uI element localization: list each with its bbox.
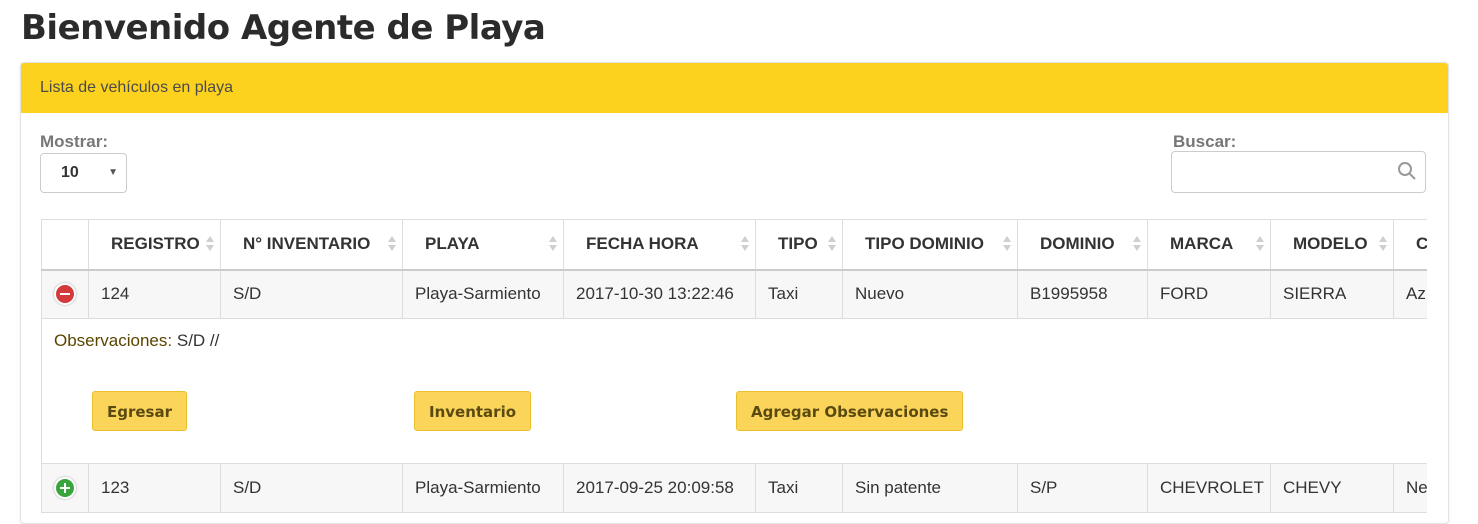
sort-icon [1133, 236, 1141, 254]
cell-color: Ne [1393, 463, 1427, 513]
cell-tipo: Taxi [755, 269, 843, 319]
observations-label: Observaciones: [54, 331, 173, 350]
cell-registro: 123 [88, 463, 221, 513]
sort-icon [1003, 236, 1011, 254]
collapse-row-icon[interactable] [54, 283, 76, 306]
cell-modelo: CHEVY [1270, 463, 1394, 513]
sort-icon [549, 236, 557, 254]
cell-playa: Playa-Sarmiento [402, 463, 564, 513]
expand-row-icon[interactable] [54, 477, 76, 499]
page-length-select[interactable]: 10 ▼ [40, 153, 127, 193]
header-playa[interactable]: PLAYA [402, 219, 564, 271]
header-dominio[interactable]: DOMINIO [1017, 219, 1148, 271]
header-color[interactable]: C [1393, 219, 1427, 271]
cell-fecha-hora: 2017-09-25 20:09:58 [563, 463, 756, 513]
vehicles-table: REGISTRO N° INVENTARIO PLAYA FECHA HORA … [41, 219, 1427, 513]
cell-inventario: S/D [220, 269, 403, 319]
cell-marca: CHEVROLET [1147, 463, 1271, 513]
sort-icon [206, 236, 214, 254]
egresar-button[interactable]: Egresar [92, 391, 188, 431]
vehicles-panel: Lista de vehículos en playa Mostrar: 10 … [20, 62, 1449, 524]
row-toggle-cell[interactable] [41, 463, 89, 513]
cell-marca: FORD [1147, 269, 1271, 319]
sort-icon [741, 236, 749, 254]
length-label: Mostrar: [40, 132, 109, 151]
search-label: Buscar: [1173, 132, 1237, 151]
cell-tipo-dominio: Sin patente [842, 463, 1018, 513]
cell-fecha-hora: 2017-10-30 13:22:46 [563, 269, 756, 319]
row-toggle-cell[interactable] [41, 269, 89, 319]
row-details-cell: Observaciones: S/D // Egresar Inventario… [41, 318, 1427, 464]
page-length-value: 10 [61, 164, 79, 181]
cell-dominio: S/P [1017, 463, 1148, 513]
cell-inventario: S/D [220, 463, 403, 513]
search-icon [1398, 162, 1416, 180]
header-registro[interactable]: REGISTRO [88, 219, 221, 271]
cell-tipo: Taxi [755, 463, 843, 513]
cell-registro: 124 [88, 269, 221, 319]
cell-color: Az [1393, 269, 1427, 319]
caret-down-icon: ▼ [108, 167, 118, 178]
agregar-observaciones-button[interactable]: Agregar Observaciones [736, 391, 964, 431]
table-row: 123 S/D Playa-Sarmiento 2017-09-25 20:09… [41, 463, 1427, 513]
header-tipo-dominio[interactable]: TIPO DOMINIO [842, 219, 1018, 271]
observations-value: S/D // [176, 331, 220, 350]
observations: Observaciones: S/D // [54, 331, 1427, 351]
page-title: Bienvenido Agente de Playa [21, 8, 546, 48]
search-input[interactable] [1171, 151, 1426, 193]
sort-icon [1379, 236, 1387, 254]
header-fecha-hora[interactable]: FECHA HORA [563, 219, 756, 271]
cell-tipo-dominio: Nuevo [842, 269, 1018, 319]
header-tipo[interactable]: TIPO [755, 219, 843, 271]
header-control [41, 219, 89, 271]
table-header-row: REGISTRO N° INVENTARIO PLAYA FECHA HORA … [41, 219, 1427, 271]
sort-icon [828, 236, 836, 254]
vehicles-table-wrapper: REGISTRO N° INVENTARIO PLAYA FECHA HORA … [41, 219, 1427, 523]
table-row: 124 S/D Playa-Sarmiento 2017-10-30 13:22… [41, 269, 1427, 319]
sort-icon [1256, 236, 1264, 254]
panel-heading: Lista de vehículos en playa [21, 63, 1448, 113]
row-details: Observaciones: S/D // Egresar Inventario… [41, 318, 1427, 464]
sort-icon [388, 236, 396, 254]
cell-dominio: B1995958 [1017, 269, 1148, 319]
header-marca[interactable]: MARCA [1147, 219, 1271, 271]
header-inventario[interactable]: N° INVENTARIO [220, 219, 403, 271]
cell-playa: Playa-Sarmiento [402, 269, 564, 319]
cell-modelo: SIERRA [1270, 269, 1394, 319]
inventario-button[interactable]: Inventario [414, 391, 532, 431]
header-modelo[interactable]: MODELO [1270, 219, 1394, 271]
